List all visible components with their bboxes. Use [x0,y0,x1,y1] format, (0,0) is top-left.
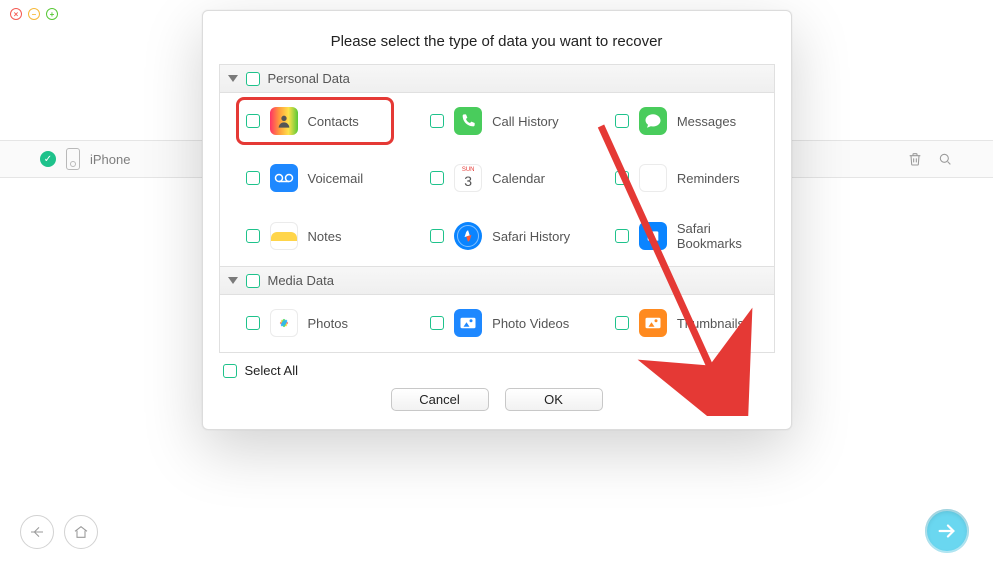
group-items-media: Photos Photo Videos Thumbnails [220,295,774,352]
cancel-button[interactable]: Cancel [391,388,489,411]
item-voicemail[interactable]: Voicemail [220,150,405,207]
group-checkbox-personal[interactable] [246,72,260,86]
item-contacts[interactable]: Contacts [220,93,405,150]
safari-bookmarks-icon [639,222,667,250]
calendar-dow: SUN [462,167,475,173]
trash-icon[interactable] [907,151,923,167]
photo-videos-icon [454,309,482,337]
phone-icon [454,107,482,135]
checkbox-reminders[interactable] [615,171,629,185]
select-all-checkbox[interactable] [223,364,237,378]
checkbox-contacts[interactable] [246,114,260,128]
checkbox-voicemail[interactable] [246,171,260,185]
group-label: Media Data [268,273,334,288]
checkbox-calendar[interactable] [430,171,444,185]
device-name: iPhone [90,152,130,167]
zoom-window-button[interactable]: + [46,8,58,20]
disclosure-triangle-icon[interactable] [228,75,238,82]
checkbox-safari-history[interactable] [430,229,444,243]
checkbox-photo-videos[interactable] [430,316,444,330]
next-button[interactable] [925,509,969,553]
safari-history-icon [454,222,482,250]
item-notes[interactable]: Notes [220,207,405,266]
group-checkbox-media[interactable] [246,274,260,288]
checkbox-notes[interactable] [246,229,260,243]
item-label: Photos [308,316,348,331]
messages-icon [639,107,667,135]
group-items-personal: Contacts Call History Messages [220,93,774,266]
checkbox-thumbnails[interactable] [615,316,629,330]
ok-button[interactable]: OK [505,388,603,411]
item-calendar[interactable]: SUN 3 Calendar [404,150,589,207]
item-call-history[interactable]: Call History [404,93,589,150]
item-label: Reminders [677,171,740,186]
item-label: Safari History [492,229,570,244]
checkbox-messages[interactable] [615,114,629,128]
checkbox-call-history[interactable] [430,114,444,128]
disclosure-triangle-icon[interactable] [228,277,238,284]
dialog-buttons: Cancel OK [219,388,775,411]
reminders-icon [639,164,667,192]
data-type-panel: Personal Data Contacts Call History [219,64,775,353]
item-safari-bookmarks[interactable]: Safari Bookmarks [589,207,774,266]
item-label: Contacts [308,114,359,129]
checkbox-photos[interactable] [246,316,260,330]
select-all-row[interactable]: Select All [219,363,775,378]
select-data-dialog: Please select the type of data you want … [202,10,792,430]
item-label: Call History [492,114,558,129]
calendar-day: 3 [464,173,472,189]
device-connected-icon: ✓ [40,151,56,167]
home-button[interactable] [64,515,98,549]
item-thumbnails[interactable]: Thumbnails [589,295,774,352]
item-safari-history[interactable]: Safari History [404,207,589,266]
calendar-icon: SUN 3 [454,164,482,192]
device-phone-icon [66,148,80,170]
thumbnails-icon [639,309,667,337]
dialog-title: Please select the type of data you want … [219,33,775,50]
item-label: Messages [677,114,736,129]
back-button[interactable] [20,515,54,549]
item-photo-videos[interactable]: Photo Videos [404,295,589,352]
item-photos[interactable]: Photos [220,295,405,352]
close-window-button[interactable]: × [10,8,22,20]
photos-icon [270,309,298,337]
notes-icon [270,222,298,250]
item-reminders[interactable]: Reminders [589,150,774,207]
item-label: Calendar [492,171,545,186]
group-header-media[interactable]: Media Data [220,266,774,295]
select-all-label: Select All [245,363,298,378]
item-label: Notes [308,229,342,244]
group-label: Personal Data [268,71,350,86]
item-label: Safari Bookmarks [677,221,764,251]
item-messages[interactable]: Messages [589,93,774,150]
item-label: Thumbnails [677,316,744,331]
search-icon[interactable] [937,151,953,167]
nav-controls [20,515,98,549]
item-label: Photo Videos [492,316,569,331]
window-controls: × – + [10,8,58,20]
checkbox-safari-bookmarks[interactable] [615,229,629,243]
voicemail-icon [270,164,298,192]
item-label: Voicemail [308,171,364,186]
group-header-personal[interactable]: Personal Data [220,65,774,93]
contacts-icon [270,107,298,135]
minimize-window-button[interactable]: – [28,8,40,20]
